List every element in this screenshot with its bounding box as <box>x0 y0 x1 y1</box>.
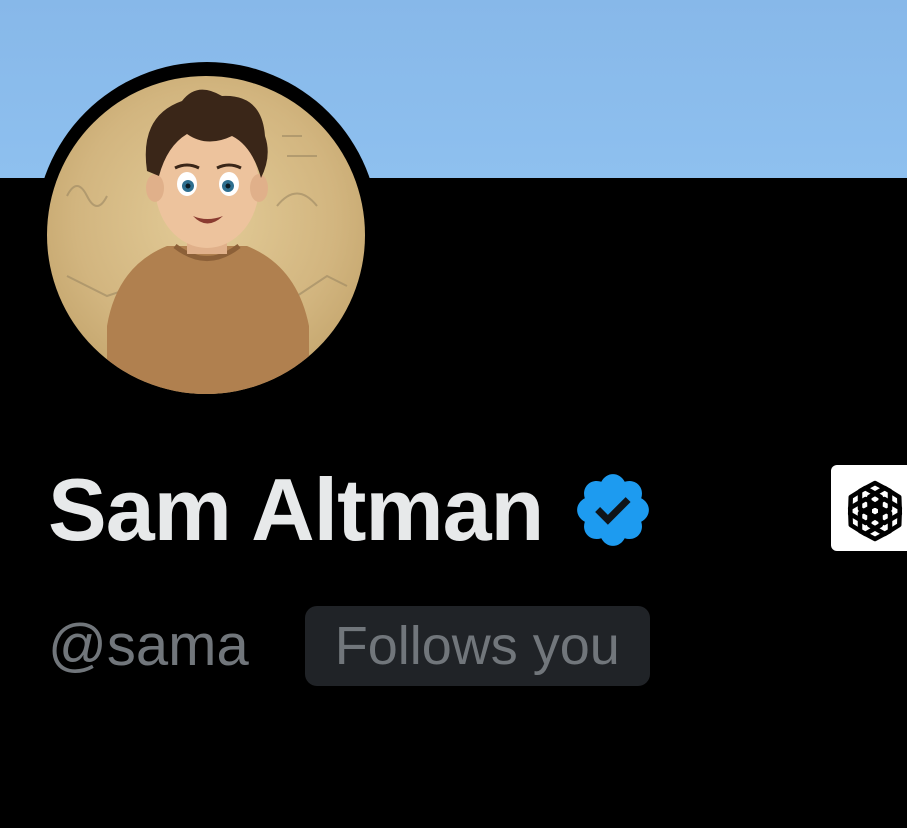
avatar[interactable] <box>47 76 365 394</box>
username-handle: @sama <box>48 613 249 678</box>
profile-header: Sam Altman @sama Follows you <box>0 0 907 828</box>
display-name: Sam Altman <box>48 460 544 559</box>
avatar-illustration <box>66 89 348 394</box>
openai-logo-icon <box>847 480 903 542</box>
display-name-row: Sam Altman <box>48 455 655 565</box>
verified-check-icon[interactable] <box>571 468 655 552</box>
affiliation-badge[interactable] <box>831 465 907 551</box>
follows-you-badge: Follows you <box>304 606 650 686</box>
handle-row: @sama Follows you <box>48 606 650 686</box>
